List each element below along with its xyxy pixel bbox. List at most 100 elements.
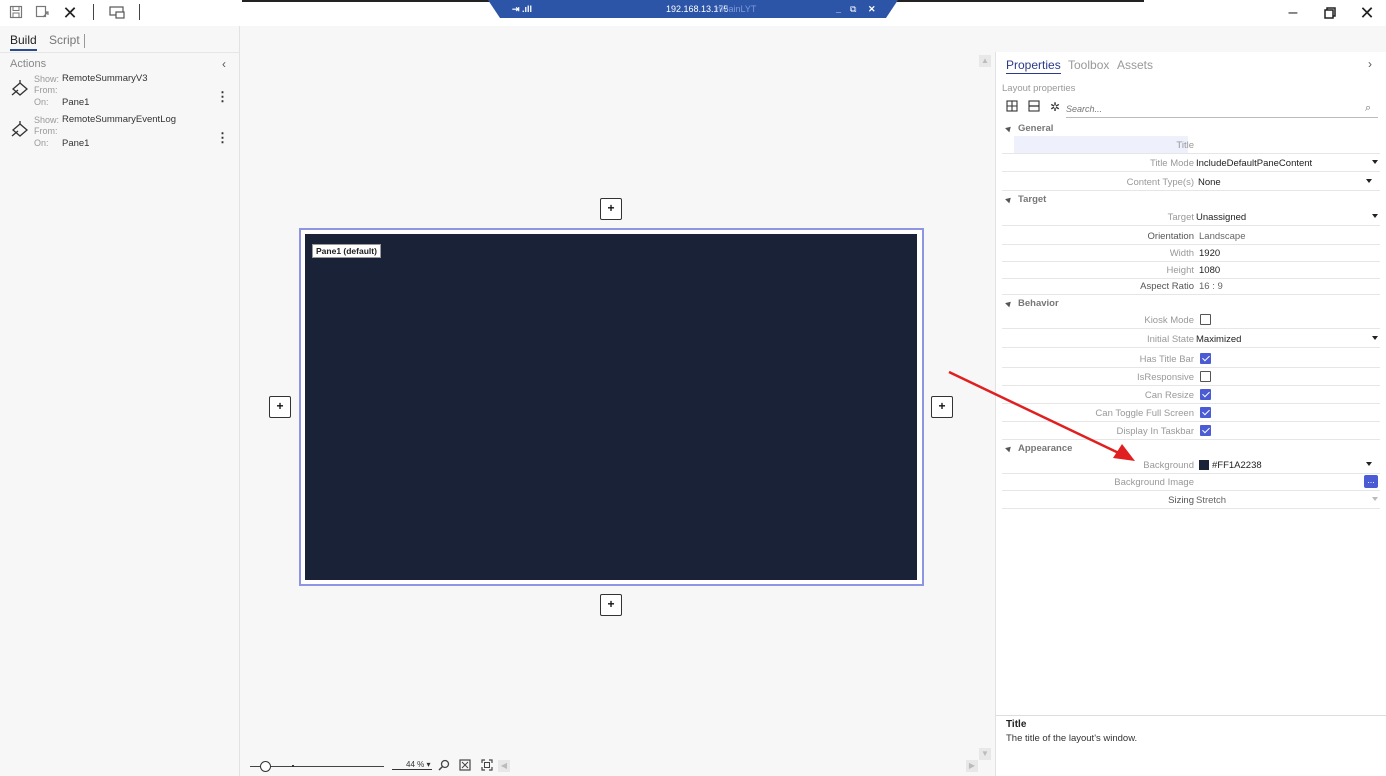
background-color-swatch[interactable] xyxy=(1199,460,1209,470)
show-action-icon xyxy=(11,80,28,96)
description-divider xyxy=(996,715,1386,716)
search-input[interactable] xyxy=(1066,100,1378,118)
sizing-select[interactable]: Stretch xyxy=(1196,495,1226,506)
prop-row-sizing[interactable]: Sizing Stretch xyxy=(1002,491,1380,509)
save-as-icon[interactable] xyxy=(34,5,50,21)
prop-row-content-types[interactable]: Content Type(s) None xyxy=(1002,173,1380,191)
collapse-right-icon[interactable]: › xyxy=(1368,57,1372,71)
show-label: Show: xyxy=(34,115,60,125)
description-title: Title xyxy=(1006,719,1027,730)
height-field[interactable]: 1080 xyxy=(1199,265,1220,276)
pin-icon[interactable]: ⇥ .ıll xyxy=(512,4,532,15)
chevron-down-icon[interactable] xyxy=(1372,336,1378,340)
title-mode-select[interactable]: IncludeDefaultPaneContent xyxy=(1196,158,1312,169)
display-in-taskbar-checkbox[interactable] xyxy=(1200,425,1211,436)
pane1[interactable] xyxy=(305,234,917,580)
scroll-left-icon[interactable]: ◀ xyxy=(498,760,510,772)
add-pane-bottom-button[interactable]: + xyxy=(600,594,622,616)
action-item[interactable]: Show: RemoteSummaryV3 From: On: Pane1 ⋮ xyxy=(8,73,234,110)
tab-script[interactable]: Script xyxy=(49,33,80,47)
scroll-up-icon[interactable]: ▲ xyxy=(979,55,991,67)
prop-row-target[interactable]: Target Unassigned xyxy=(1002,208,1380,226)
chevron-down-icon[interactable] xyxy=(1372,497,1378,501)
tab-properties[interactable]: Properties xyxy=(1006,58,1061,74)
group-behavior[interactable]: Behavior xyxy=(1005,298,1059,309)
remote-restore-icon[interactable]: ⧉ xyxy=(850,4,856,15)
preview-icon[interactable] xyxy=(109,5,125,21)
scroll-right-icon[interactable]: ▶ xyxy=(966,760,978,772)
categorized-view-icon[interactable] xyxy=(1005,100,1019,114)
more-icon[interactable]: ⋮ xyxy=(216,131,229,145)
has-title-bar-checkbox[interactable] xyxy=(1200,353,1211,364)
zoom-label: 44 % xyxy=(406,760,425,769)
prop-name: Height xyxy=(1166,265,1194,276)
prop-name: Width xyxy=(1169,248,1194,259)
chevron-down-icon[interactable] xyxy=(1366,179,1372,183)
minimize-icon[interactable]: – xyxy=(1282,4,1304,22)
properties-subtitle: Layout properties xyxy=(1002,83,1076,94)
width-field[interactable]: 1920 xyxy=(1199,248,1220,259)
content-types-select[interactable]: None xyxy=(1198,177,1221,188)
add-pane-top-button[interactable]: + xyxy=(600,198,622,220)
close-layout-icon[interactable]: ✕ xyxy=(62,4,78,22)
target-select[interactable]: Unassigned xyxy=(1196,212,1246,223)
remote-close-icon[interactable]: ✕ xyxy=(868,4,876,15)
group-target-label: Target xyxy=(1018,194,1047,205)
alphabetical-view-icon[interactable] xyxy=(1027,100,1041,114)
actual-size-icon[interactable] xyxy=(480,759,494,773)
prop-row-title[interactable]: Title xyxy=(1002,136,1380,154)
zoom-tick xyxy=(292,765,294,767)
prop-row-background-image[interactable]: Background Image ... xyxy=(1002,473,1380,491)
collapse-left-icon[interactable]: ‹ xyxy=(222,57,226,71)
restore-icon[interactable] xyxy=(1319,4,1341,22)
orientation-value: Landscape xyxy=(1199,231,1246,242)
tab-build[interactable]: Build xyxy=(10,33,37,51)
chevron-down-icon[interactable] xyxy=(1366,462,1372,466)
prop-name: Can Resize xyxy=(1144,390,1194,401)
can-resize-checkbox[interactable] xyxy=(1200,389,1211,400)
prop-row-title-mode[interactable]: Title Mode IncludeDefaultPaneContent xyxy=(1002,154,1380,172)
chevron-down-icon[interactable] xyxy=(1372,214,1378,218)
chevron-down-icon[interactable] xyxy=(1372,160,1378,164)
prop-name: Orientation xyxy=(1147,231,1194,242)
save-icon[interactable] xyxy=(8,5,24,21)
group-general[interactable]: General xyxy=(1005,123,1053,134)
prop-row-kiosk-mode[interactable]: Kiosk Mode xyxy=(1002,311,1380,329)
group-target[interactable]: Target xyxy=(1005,194,1047,205)
initial-state-select[interactable]: Maximized xyxy=(1196,334,1241,345)
prop-row-width[interactable]: Width 1920 xyxy=(1002,244,1380,262)
title-bar: ✕ ⇥ .ıll 192.168.13.175 nMainLYT _ ⧉ ✕ –… xyxy=(0,0,1386,26)
kiosk-mode-checkbox[interactable] xyxy=(1200,314,1211,325)
aspect-ratio-value: 16 : 9 xyxy=(1199,281,1223,292)
prop-row-has-title-bar[interactable]: Has Title Bar xyxy=(1002,350,1380,368)
zoom-magnifier-icon[interactable] xyxy=(437,759,451,773)
prop-name: Target xyxy=(1167,212,1194,223)
prop-name: Background Image xyxy=(1114,477,1194,488)
fit-to-screen-icon[interactable] xyxy=(458,759,472,773)
is-responsive-checkbox[interactable] xyxy=(1200,371,1211,382)
close-icon[interactable]: ✕ xyxy=(1356,4,1378,22)
on-value: Pane1 xyxy=(62,97,90,108)
action-item[interactable]: Show: RemoteSummaryEventLog From: On: Pa… xyxy=(8,114,234,151)
events-icon[interactable]: ✲ xyxy=(1048,100,1062,114)
tab-assets[interactable]: Assets xyxy=(1117,58,1153,72)
show-value: RemoteSummaryV3 xyxy=(62,73,148,84)
prop-name: Content Type(s) xyxy=(1126,177,1194,188)
prop-name: Kiosk Mode xyxy=(1144,315,1194,326)
zoom-slider-knob[interactable] xyxy=(260,761,271,772)
tab-toolbox[interactable]: Toolbox xyxy=(1068,58,1109,72)
more-icon[interactable]: ⋮ xyxy=(216,90,229,104)
search-icon[interactable]: ⌕ xyxy=(1365,102,1371,115)
can-toggle-full-screen-checkbox[interactable] xyxy=(1200,407,1211,418)
background-color-value[interactable]: #FF1A2238 xyxy=(1212,460,1262,471)
annotation-arrow xyxy=(948,370,1135,461)
scroll-down-icon[interactable]: ▼ xyxy=(979,748,991,760)
group-behavior-label: Behavior xyxy=(1018,298,1059,309)
browse-image-button[interactable]: ... xyxy=(1364,475,1378,488)
prop-row-orientation: Orientation Landscape xyxy=(1002,227,1380,245)
tab-divider xyxy=(84,34,85,48)
prop-row-initial-state[interactable]: Initial State Maximized xyxy=(1002,330,1380,348)
add-pane-left-button[interactable]: + xyxy=(269,396,291,418)
zoom-value[interactable]: 44 % ▾ xyxy=(392,760,432,770)
remote-minimize-icon[interactable]: _ xyxy=(836,4,841,14)
